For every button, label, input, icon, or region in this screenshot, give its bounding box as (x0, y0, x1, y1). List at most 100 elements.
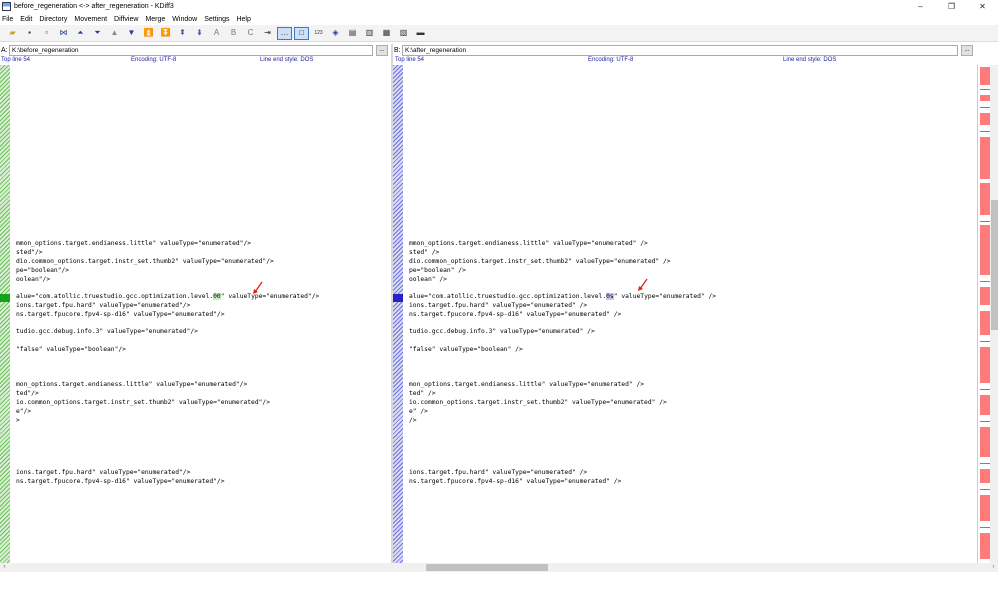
restore-button[interactable]: ❐ (936, 0, 967, 13)
code-line-a: e"/> (16, 408, 32, 415)
prev-unsolved-icon[interactable]: ⇞ (175, 27, 190, 40)
browse-b-button[interactable]: ... (961, 44, 973, 56)
split-orientation-icon[interactable]: ▧ (396, 27, 411, 40)
encoding-b: Encoding: UTF-8 (588, 57, 634, 63)
save-as-icon[interactable]: ▫ (39, 27, 54, 40)
overview-diff-line (980, 341, 990, 342)
line-numbers-button[interactable]: 123 (311, 27, 326, 40)
kdiff3-app-icon (2, 2, 11, 11)
close-button[interactable]: ✕ (967, 0, 998, 13)
code-line-b: oolean" /> (409, 276, 447, 283)
go-current-delta-icon[interactable]: ⋈ (56, 27, 71, 40)
code-line-a: tudio.gcc.debug.info.3" valueType="enume… (16, 328, 198, 335)
scroll-right-icon[interactable]: › (989, 563, 998, 572)
overview-diff-mark (980, 533, 990, 559)
menu-diffview[interactable]: Diffview (114, 16, 138, 23)
horizontal-scroll-thumb[interactable] (426, 564, 548, 571)
browse-a-button[interactable]: ... (376, 44, 388, 56)
overview-diff-line (980, 527, 990, 528)
select-b-button[interactable]: B (226, 27, 241, 40)
overview-diff-line (980, 281, 990, 282)
show-whitespace-button[interactable]: … (277, 26, 292, 40)
red-arrow-annotation-b (638, 278, 648, 291)
code-line-a: mon_options.target.endianess.little" val… (16, 381, 248, 388)
menu-settings[interactable]: Settings (204, 16, 229, 23)
diff-overview-bar[interactable] (977, 65, 998, 563)
code-line-b: sted" /> (409, 249, 440, 256)
pane-b-label: B: (394, 46, 401, 54)
overview-diff-line (980, 389, 990, 390)
show-window-c-icon[interactable]: ▦ (379, 27, 394, 40)
horizontal-scrollbar[interactable]: ‹ › (0, 563, 998, 572)
open-folder-icon[interactable]: ▰ (5, 27, 20, 40)
select-c-button[interactable]: C (243, 27, 258, 40)
code-line-b: ted" /> (409, 390, 436, 397)
path-bar-b: B: K:\after_regeneration ... (394, 44, 984, 56)
diff-pane-a[interactable]: mmon_options.target.endianess.little" va… (0, 65, 391, 563)
code-line-a-diff: alue="com.atollic.truestudio.gcc.optimiz… (16, 293, 319, 300)
code-line-b: pe="boolean" /> (409, 267, 466, 274)
path-a-input[interactable]: K:\before_regeneration (9, 44, 373, 56)
overview-toggle-icon[interactable]: ▬ (413, 27, 428, 40)
auto-advance-icon[interactable]: ⇥ (260, 27, 275, 40)
info-bar-a: Top line 54 Encoding: UTF-8 Line end sty… (0, 57, 390, 64)
save-icon[interactable]: ▪ (22, 27, 37, 40)
vertical-scroll-thumb[interactable] (991, 200, 998, 330)
overview-diff-line (980, 221, 990, 222)
gutter-a-block (0, 302, 10, 563)
red-arrow-annotation-a (253, 281, 263, 294)
go-bottom-icon[interactable]: ⏷ (90, 27, 105, 40)
scroll-left-icon[interactable]: ‹ (0, 563, 9, 572)
next-delta-icon[interactable]: ▼ (124, 27, 139, 40)
show-window-a-icon[interactable]: ▤ (345, 27, 360, 40)
go-top-icon[interactable]: ⏶ (73, 27, 88, 40)
code-line-a: ns.target.fpucore.fpv4-sp-d16" valueType… (16, 478, 225, 485)
overview-diff-line (980, 131, 990, 132)
info-bar-b: Top line 54 Encoding: UTF-8 Line end sty… (394, 57, 977, 64)
line-end-a: Line end style: DOS (260, 57, 314, 63)
word-wrap-icon[interactable]: ◈ (328, 27, 343, 40)
diff-pane-b[interactable]: mmon_options.target.endianess.little" va… (393, 65, 977, 563)
code-line-a: pe="boolean"/> (16, 267, 70, 274)
path-b-input[interactable]: K:\after_regeneration (402, 44, 958, 56)
overview-diff-line (980, 107, 990, 108)
menu-merge[interactable]: Merge (145, 16, 165, 23)
code-line-a: "false" valueType="boolean"/> (16, 346, 126, 353)
menu-movement[interactable]: Movement (74, 16, 107, 23)
menu-window[interactable]: Window (172, 16, 197, 23)
title-bar: before_regeneration <-> after_regenerati… (0, 0, 998, 13)
code-line-b: ions.target.fpu.hard" valueType="enumera… (409, 302, 588, 309)
menu-directory[interactable]: Directory (39, 16, 67, 23)
vertical-scrollbar[interactable] (990, 65, 998, 563)
overview-diff-mark (980, 287, 990, 305)
prev-delta-icon[interactable]: ▲ (107, 27, 122, 40)
show-window-b-icon[interactable]: ▥ (362, 27, 377, 40)
gutter-a (0, 65, 10, 563)
code-line-a-suffix: " valueType="enumerated"/> (220, 293, 320, 300)
menu-file[interactable]: File (2, 16, 13, 23)
menu-bar: File Edit Directory Movement Diffview Me… (0, 13, 998, 25)
window-title: before_regeneration <-> after_regenerati… (14, 3, 174, 10)
overview-diff-mark (980, 395, 990, 415)
encoding-a: Encoding: UTF-8 (131, 57, 177, 63)
code-line-b: dio.common_options.target.instr_set.thum… (409, 258, 671, 265)
gutter-b (393, 65, 403, 563)
code-line-a: > (16, 417, 20, 424)
show-white-space-chars-button[interactable]: □ (294, 26, 309, 40)
code-line-b-suffix: " valueType="enumerated" /> (613, 293, 717, 300)
next-conflict-icon[interactable]: ⏬ (158, 27, 173, 40)
gutter-b-block (393, 65, 403, 294)
gutter-a-block (0, 65, 10, 294)
overview-diff-line (980, 421, 990, 422)
minimize-button[interactable]: – (905, 0, 936, 13)
gutter-b-block (393, 302, 403, 563)
code-line-b: "false" valueType="boolean" /> (409, 346, 523, 353)
line-end-b: Line end style: DOS (783, 57, 837, 63)
menu-help[interactable]: Help (236, 16, 250, 23)
code-line-b: ns.target.fpucore.fpv4-sp-d16" valueType… (409, 478, 622, 485)
select-a-button[interactable]: A (209, 27, 224, 40)
code-line-b-diff: alue="com.atollic.truestudio.gcc.optimiz… (409, 293, 716, 300)
menu-edit[interactable]: Edit (20, 16, 32, 23)
prev-conflict-icon[interactable]: ⏫ (141, 27, 156, 40)
next-unsolved-icon[interactable]: ⇟ (192, 27, 207, 40)
